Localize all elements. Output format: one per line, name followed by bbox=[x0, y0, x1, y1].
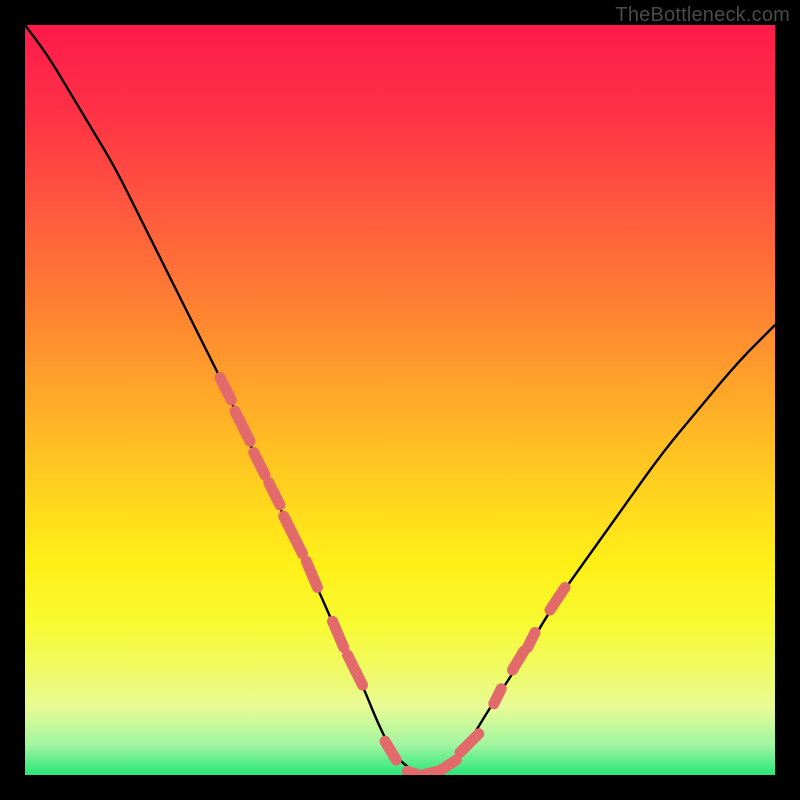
highlight-dash bbox=[550, 588, 565, 611]
highlight-dash bbox=[254, 453, 265, 476]
highlight-dash bbox=[385, 741, 396, 760]
highlight-dash bbox=[494, 689, 502, 704]
highlight-dash bbox=[348, 655, 363, 685]
highlight-dash bbox=[306, 561, 317, 587]
highlight-dash bbox=[528, 633, 536, 648]
highlight-dash bbox=[513, 651, 524, 670]
highlight-dash bbox=[220, 378, 231, 401]
highlight-dash bbox=[460, 734, 479, 753]
curve-layer bbox=[25, 25, 775, 775]
highlight-dash bbox=[333, 621, 344, 647]
chart-frame: TheBottleneck.com bbox=[0, 0, 800, 800]
plot-area bbox=[25, 25, 775, 775]
highlight-dash bbox=[423, 771, 438, 775]
watermark-text: TheBottleneck.com bbox=[615, 4, 790, 27]
highlight-segments bbox=[220, 378, 565, 776]
bottleneck-curve bbox=[25, 25, 775, 773]
highlight-dash bbox=[441, 760, 456, 770]
highlight-dash bbox=[269, 483, 280, 506]
highlight-dash bbox=[284, 516, 303, 554]
highlight-dash bbox=[235, 411, 250, 441]
